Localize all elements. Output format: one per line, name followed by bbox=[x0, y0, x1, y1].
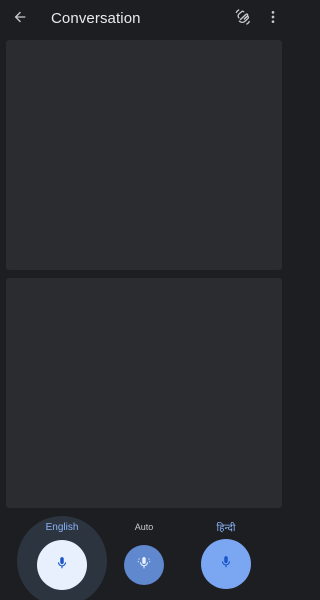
left-language-label[interactable]: English bbox=[22, 522, 102, 533]
conversation-mode-button[interactable] bbox=[232, 8, 254, 30]
mic-icon bbox=[219, 554, 233, 575]
hindi-mic-button[interactable] bbox=[201, 539, 251, 589]
more-options-button[interactable] bbox=[263, 8, 283, 30]
english-mic-button[interactable] bbox=[37, 540, 87, 590]
auto-mode-label: Auto bbox=[134, 522, 154, 532]
page-title: Conversation bbox=[51, 10, 141, 27]
right-language-label[interactable]: हिन्दी bbox=[186, 520, 266, 534]
auto-mic-icon bbox=[136, 555, 152, 576]
translation-panel-top bbox=[6, 40, 282, 270]
back-button[interactable] bbox=[8, 7, 32, 31]
conversation-mode-icon bbox=[233, 7, 253, 32]
more-vert-icon bbox=[265, 9, 281, 30]
arrow-back-icon bbox=[12, 9, 28, 30]
mic-icon bbox=[55, 555, 69, 576]
auto-mic-button[interactable] bbox=[124, 545, 164, 585]
top-app-bar: Conversation bbox=[0, 0, 288, 38]
translation-panel-bottom bbox=[6, 278, 282, 508]
conversation-screen: Conversation English Auto हिन्दी bbox=[0, 0, 288, 600]
